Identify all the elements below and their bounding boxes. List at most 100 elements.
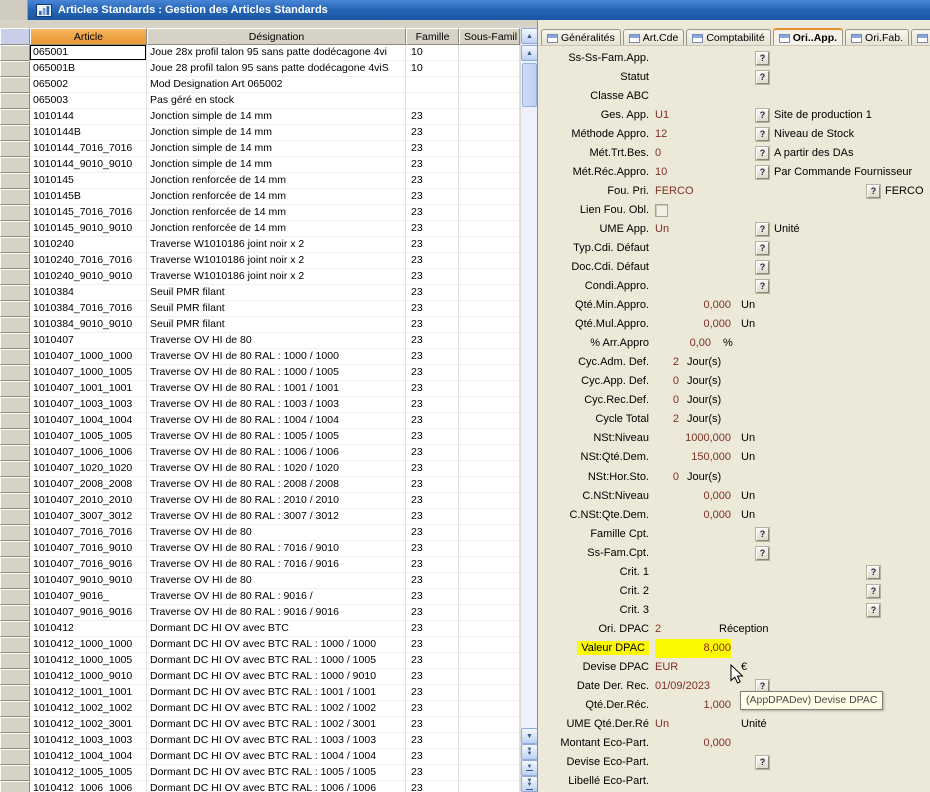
cell-famille[interactable]: 23 (406, 525, 459, 541)
row-selector[interactable] (0, 397, 30, 413)
row-selector[interactable] (0, 589, 30, 605)
tab-comptabilite[interactable]: Comptabilité (686, 29, 770, 46)
scroll-first-button[interactable]: ▲ (521, 28, 538, 44)
column-header-article[interactable]: Article (30, 28, 147, 45)
cell-article[interactable]: 1010407_1020_1020 (30, 461, 147, 477)
cell-famille[interactable]: 23 (406, 237, 459, 253)
cell-famille[interactable]: 23 (406, 141, 459, 157)
cell-designation[interactable]: Traverse OV HI de 80 RAL : 1004 / 1004 (147, 413, 406, 429)
field-value[interactable]: 1,000 (655, 696, 731, 715)
table-row[interactable]: 1010407_1006_1006Traverse OV HI de 80 RA… (0, 445, 520, 461)
table-row[interactable]: 1010412_1001_1001Dormant DC HI OV avec B… (0, 685, 520, 701)
cell-sous-famille[interactable] (459, 701, 520, 717)
help-lookup-button[interactable]: ? (756, 280, 769, 293)
cell-famille[interactable]: 23 (406, 349, 459, 365)
field-value[interactable]: 8,000 (655, 639, 731, 658)
field-value[interactable]: 0,00 (655, 334, 711, 353)
cell-sous-famille[interactable] (459, 429, 520, 445)
cell-famille[interactable]: 23 (406, 461, 459, 477)
cell-sous-famille[interactable] (459, 109, 520, 125)
cell-designation[interactable]: Dormant DC HI OV avec BTC RAL : 1004 / 1… (147, 749, 406, 765)
tab-ori-s[interactable]: Ori.S (911, 29, 930, 46)
table-row[interactable]: 1010145BJonction renforcée de 14 mm23 (0, 189, 520, 205)
cell-famille[interactable]: 23 (406, 445, 459, 461)
column-header-famille[interactable]: Famille (406, 28, 459, 45)
cell-famille[interactable]: 23 (406, 413, 459, 429)
field-value[interactable]: 0,000 (655, 296, 731, 315)
row-selector[interactable] (0, 381, 30, 397)
cell-designation[interactable]: Traverse OV HI de 80 RAL : 1003 / 1003 (147, 397, 406, 413)
cell-sous-famille[interactable] (459, 125, 520, 141)
cell-article[interactable]: 1010412_1000_1000 (30, 637, 147, 653)
cell-article[interactable]: 1010145_9010_9010 (30, 221, 147, 237)
cell-sous-famille[interactable] (459, 333, 520, 349)
row-selector[interactable] (0, 317, 30, 333)
table-row[interactable]: 1010407_1001_1001Traverse OV HI de 80 RA… (0, 381, 520, 397)
cell-designation[interactable]: Traverse OV HI de 80 RAL : 7016 / 9016 (147, 557, 406, 573)
cell-article[interactable]: 1010407_7016_7016 (30, 525, 147, 541)
row-selector[interactable] (0, 685, 30, 701)
cell-article[interactable]: 1010407_9016_ (30, 589, 147, 605)
cell-designation[interactable]: Jonction renforcée de 14 mm (147, 205, 406, 221)
cell-famille[interactable] (406, 93, 459, 109)
row-selector[interactable] (0, 413, 30, 429)
cell-sous-famille[interactable] (459, 749, 520, 765)
cell-sous-famille[interactable] (459, 221, 520, 237)
cell-sous-famille[interactable] (459, 557, 520, 573)
cell-designation[interactable]: Traverse OV HI de 80 RAL : 2008 / 2008 (147, 477, 406, 493)
cell-sous-famille[interactable] (459, 45, 520, 61)
field-value[interactable]: 0 (655, 468, 679, 487)
field-value[interactable]: Un (655, 220, 669, 239)
field-value[interactable]: 2 (655, 410, 679, 429)
table-row[interactable]: 1010145_7016_7016Jonction renforcée de 1… (0, 205, 520, 221)
cell-famille[interactable]: 23 (406, 125, 459, 141)
cell-article[interactable]: 1010412_1001_1001 (30, 685, 147, 701)
cell-article[interactable]: 065002 (30, 77, 147, 93)
table-row[interactable]: 1010145_9010_9010Jonction renforcée de 1… (0, 221, 520, 237)
cell-article[interactable]: 1010412_1000_9010 (30, 669, 147, 685)
scroll-down-button[interactable]: ▼ (521, 728, 538, 744)
field-value[interactable]: 0,000 (655, 506, 731, 525)
cell-famille[interactable]: 23 (406, 317, 459, 333)
help-lookup-button[interactable]: ? (756, 261, 769, 274)
cell-famille[interactable]: 23 (406, 397, 459, 413)
cell-famille[interactable]: 23 (406, 509, 459, 525)
cell-famille[interactable]: 23 (406, 365, 459, 381)
cell-sous-famille[interactable] (459, 653, 520, 669)
cell-sous-famille[interactable] (459, 141, 520, 157)
cell-sous-famille[interactable] (459, 717, 520, 733)
table-row[interactable]: 1010407_1000_1000Traverse OV HI de 80 RA… (0, 349, 520, 365)
cell-designation[interactable]: Traverse OV HI de 80 RAL : 1005 / 1005 (147, 429, 406, 445)
cell-article[interactable]: 1010407_7016_9016 (30, 557, 147, 573)
cell-article[interactable]: 1010412 (30, 621, 147, 637)
cell-article[interactable]: 1010412_1003_1003 (30, 733, 147, 749)
row-selector[interactable] (0, 493, 30, 509)
row-selector[interactable] (0, 701, 30, 717)
cell-famille[interactable]: 23 (406, 621, 459, 637)
cell-designation[interactable]: Jonction simple de 14 mm (147, 125, 406, 141)
row-selector[interactable] (0, 333, 30, 349)
cell-sous-famille[interactable] (459, 637, 520, 653)
row-selector[interactable] (0, 541, 30, 557)
cell-sous-famille[interactable] (459, 365, 520, 381)
cell-sous-famille[interactable] (459, 317, 520, 333)
cell-article[interactable]: 1010240_7016_7016 (30, 253, 147, 269)
cell-famille[interactable]: 23 (406, 701, 459, 717)
cell-article[interactable]: 1010412_1002_3001 (30, 717, 147, 733)
row-selector[interactable] (0, 445, 30, 461)
field-value[interactable]: U1 (655, 106, 669, 125)
cell-designation[interactable]: Traverse W1010186 joint noir x 2 (147, 253, 406, 269)
row-selector[interactable] (0, 253, 30, 269)
row-selector[interactable] (0, 461, 30, 477)
help-lookup-button[interactable]: ? (756, 128, 769, 141)
cell-sous-famille[interactable] (459, 445, 520, 461)
help-lookup-button[interactable]: ? (867, 604, 880, 617)
cell-sous-famille[interactable] (459, 685, 520, 701)
cell-designation[interactable]: Dormant DC HI OV avec BTC RAL : 1003 / 1… (147, 733, 406, 749)
help-lookup-button[interactable]: ? (756, 166, 769, 179)
cell-sous-famille[interactable] (459, 573, 520, 589)
cell-article[interactable]: 1010407_1000_1000 (30, 349, 147, 365)
cell-sous-famille[interactable] (459, 381, 520, 397)
cell-designation[interactable]: Seuil PMR filant (147, 285, 406, 301)
cell-designation[interactable]: Seuil PMR filant (147, 317, 406, 333)
